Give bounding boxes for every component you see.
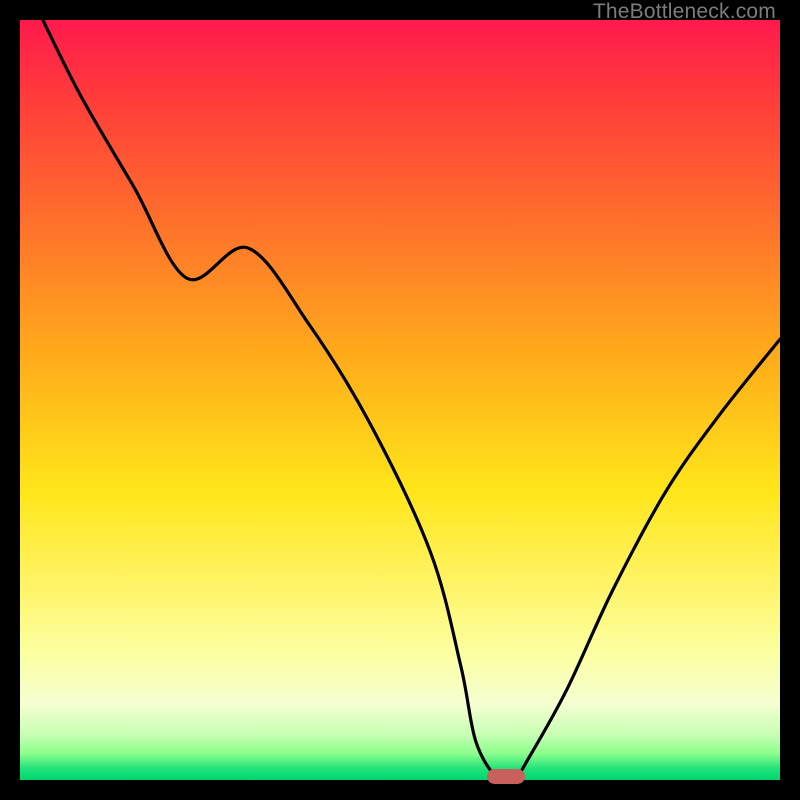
optimal-point-marker xyxy=(487,769,525,784)
chart-frame: TheBottleneck.com xyxy=(0,0,800,800)
watermark-text: TheBottleneck.com xyxy=(593,0,776,24)
bottleneck-curve xyxy=(20,20,780,780)
